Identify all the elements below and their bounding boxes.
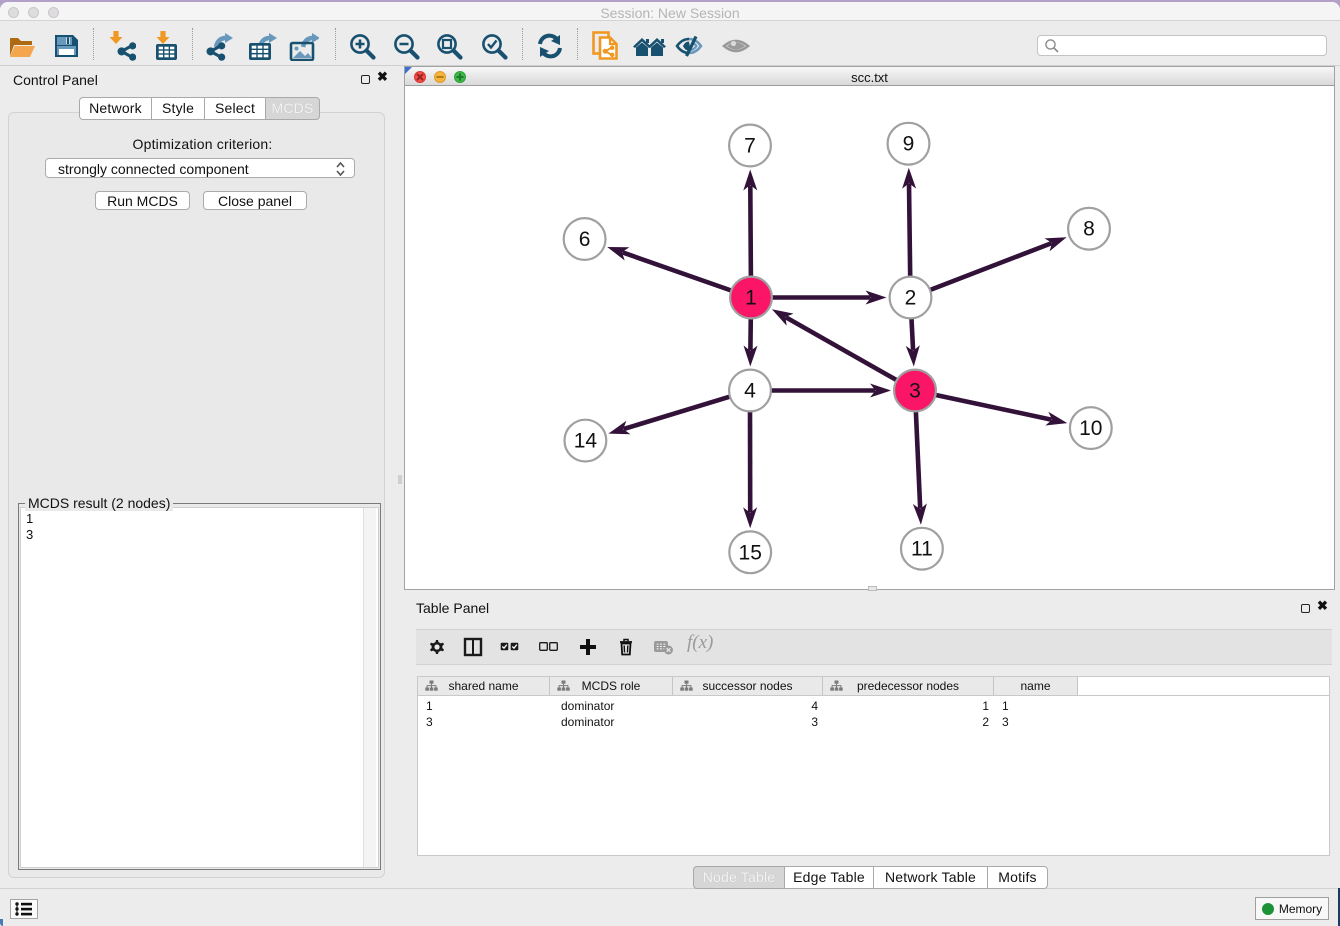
svg-text:7: 7 — [744, 135, 756, 158]
svg-text:6: 6 — [579, 228, 591, 251]
svg-text:1: 1 — [745, 287, 757, 310]
svg-text:15: 15 — [739, 541, 762, 564]
svg-text:10: 10 — [1079, 417, 1102, 440]
svg-text:4: 4 — [744, 380, 756, 403]
svg-text:2: 2 — [905, 287, 917, 310]
svg-text:9: 9 — [903, 133, 915, 156]
svg-text:8: 8 — [1083, 218, 1095, 241]
svg-text:11: 11 — [911, 538, 933, 561]
svg-text:3: 3 — [909, 380, 921, 403]
svg-text:14: 14 — [574, 430, 598, 453]
